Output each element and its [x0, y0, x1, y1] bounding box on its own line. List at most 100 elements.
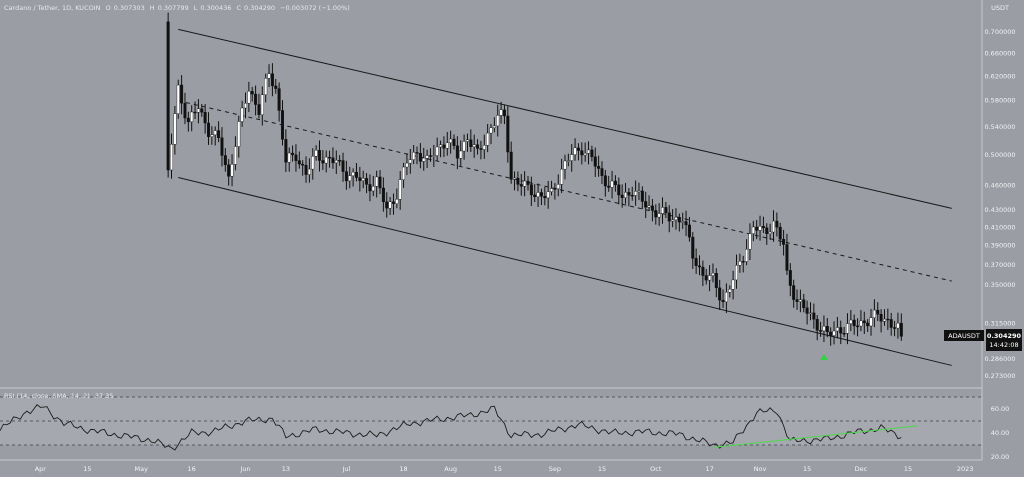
candle-body	[334, 160, 338, 164]
candle-body	[365, 178, 369, 185]
candle-body	[637, 190, 641, 193]
time-tick-label: Jun	[239, 465, 250, 473]
rsi-legend[interactable]: RSI (14, close, SMA, 14, 2) 37.35	[4, 392, 117, 400]
price-tick-label: 0.700000	[984, 28, 1015, 36]
candle-body	[203, 112, 207, 124]
candle-body	[176, 84, 180, 114]
candle-body	[704, 275, 708, 281]
open-value: 0.307303	[113, 4, 145, 12]
candle-body	[539, 192, 543, 197]
price-tick-label: 0.540000	[984, 123, 1015, 131]
candle-body	[489, 127, 493, 134]
chart-canvas[interactable]: 0.700000 0.660000 0.620000 0.580000 0.540000…	[0, 0, 1024, 477]
candle-body	[486, 132, 490, 146]
candle-body	[502, 109, 506, 117]
low-label: L	[193, 4, 198, 12]
candle-body	[459, 150, 463, 159]
candle-body	[835, 327, 839, 332]
price-tick-label: 0.315000	[984, 320, 1015, 328]
candle-body	[677, 217, 681, 223]
time-tick-label: 15	[83, 465, 91, 473]
time-tick-label: Jul	[341, 465, 350, 473]
high-label: H	[149, 4, 155, 12]
symbol-title[interactable]: Cardano / Tether, 1D, KUCOIN	[4, 4, 101, 12]
candle-body	[237, 121, 241, 147]
candle-body	[543, 196, 547, 199]
rsi-title[interactable]: RSI (14, close, SMA, 14, 2)	[4, 392, 90, 400]
candle-body	[331, 157, 335, 164]
candle-body	[822, 326, 826, 332]
low-value: 0.300436	[200, 4, 232, 12]
candle-body	[439, 144, 443, 148]
candle-body	[509, 151, 513, 180]
time-tick-label: 15	[494, 465, 502, 473]
time-tick-label: Dec	[855, 465, 868, 473]
candle-body	[748, 233, 752, 250]
candle-body	[765, 227, 769, 234]
candle-body	[455, 145, 459, 159]
price-axis[interactable]: 0.700000 0.660000 0.620000 0.580000 0.540000…	[984, 28, 1015, 380]
rsi-axis[interactable]: 60.00 40.00 20.00	[991, 405, 1010, 461]
time-tick-label: May	[135, 465, 149, 473]
candle-body	[499, 109, 503, 116]
candle-body	[496, 115, 500, 127]
candle-body	[529, 184, 533, 196]
candle-body	[445, 142, 449, 149]
candle-body	[795, 299, 799, 302]
symbol-legend[interactable]: Cardano / Tether, 1D, KUCOIN O 0.307303 H…	[4, 4, 353, 12]
candle-body	[321, 160, 325, 164]
candle-body	[223, 155, 227, 166]
candle-body	[180, 84, 184, 104]
candle-body	[819, 330, 823, 332]
candle-body	[876, 309, 880, 315]
candle-body	[193, 111, 197, 114]
candle-body	[516, 177, 520, 185]
price-tick-label: 0.430000	[984, 206, 1015, 214]
candle-body	[872, 309, 876, 318]
candle-body	[280, 110, 284, 140]
candle-body	[802, 299, 806, 309]
candle-body	[617, 184, 621, 196]
candle-body	[533, 194, 537, 197]
candle-body	[845, 323, 849, 334]
candle-body	[196, 108, 200, 113]
time-axis[interactable]: Apr 15 May 16 Jun 13 Jul 18 Aug 15 Sep 15 Oct 17 Nov 15…	[35, 465, 974, 473]
candle-body	[832, 330, 836, 336]
candle-body	[627, 192, 631, 196]
candle-body	[190, 111, 194, 123]
candle-body	[513, 177, 517, 180]
candle-body	[435, 146, 439, 156]
candle-body	[570, 154, 574, 161]
price-pane[interactable]	[0, 0, 982, 388]
candle-body	[661, 207, 665, 214]
price-tick-label: 0.660000	[984, 49, 1015, 57]
candle-body	[600, 168, 604, 176]
candle-body	[371, 186, 375, 192]
candle-body	[684, 221, 688, 226]
candle-body	[607, 185, 611, 188]
candle-body	[741, 261, 745, 263]
candle-body	[674, 217, 678, 221]
chart-window[interactable]: 0.700000 0.660000 0.620000 0.580000 0.540000…	[0, 0, 1024, 477]
candle-body	[267, 73, 271, 79]
candle-body	[422, 157, 426, 162]
candle-body	[587, 149, 591, 154]
candle-body	[358, 177, 362, 181]
candle-body	[610, 180, 614, 188]
candle-body	[391, 201, 395, 204]
price-tick-label: 0.580000	[984, 97, 1015, 105]
candle-body	[338, 160, 342, 162]
candle-body	[761, 226, 765, 229]
candle-body	[886, 318, 890, 321]
candle-body	[808, 312, 812, 315]
candle-body	[829, 331, 833, 336]
candle-body	[220, 137, 224, 156]
candle-body	[217, 130, 221, 138]
candle-body	[361, 178, 365, 181]
candle-body	[550, 188, 554, 192]
candle-body	[469, 139, 473, 147]
candle-body	[526, 180, 530, 185]
candle-body	[721, 299, 725, 303]
candle-body	[398, 179, 402, 200]
candle-body	[708, 275, 712, 281]
